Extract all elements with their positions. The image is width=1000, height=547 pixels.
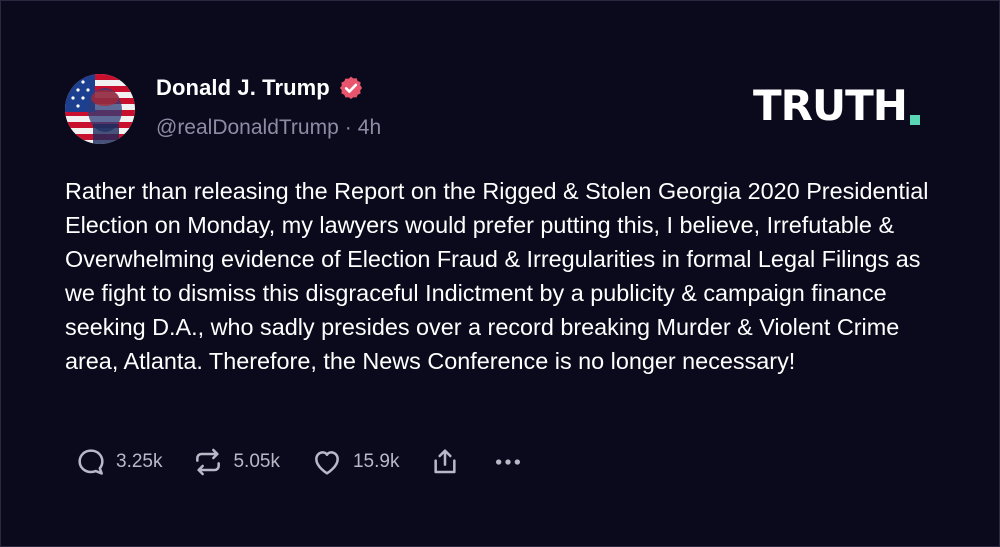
post-body: Rather than releasing the Report on the …: [65, 178, 929, 374]
avatar[interactable]: [65, 74, 135, 144]
author-handle[interactable]: @realDonaldTrump: [156, 116, 339, 140]
truth-social-logo: TRUTH: [753, 85, 920, 127]
author-meta: @realDonaldTrump · 4h: [156, 116, 381, 140]
meta-separator: ·: [344, 116, 352, 139]
action-bar: 3.25k 5.05k 15.9k: [75, 446, 555, 478]
like-count: 15.9k: [352, 451, 400, 472]
reply-bubble-icon: [78, 449, 104, 475]
retruth-count: 5.05k: [233, 451, 280, 472]
reply-button[interactable]: 3.25k: [75, 446, 162, 478]
share-button[interactable]: [429, 446, 461, 478]
like-button[interactable]: 15.9k: [310, 446, 399, 478]
heart-icon: [315, 451, 339, 475]
more-options-button[interactable]: [491, 446, 525, 478]
post-timestamp[interactable]: 4h: [358, 116, 381, 140]
more-dots-icon: [496, 459, 521, 465]
author-row: Donald J. Trump: [156, 75, 364, 101]
avatar-image: [65, 74, 135, 144]
verified-badge-icon: [339, 76, 362, 100]
reply-count: 3.25k: [116, 451, 163, 472]
retruth-arrows-icon: [196, 448, 221, 476]
logo-accent-dot: [909, 115, 920, 125]
post-card: Donald J. Trump @realDonaldTrump · 4h TR…: [0, 0, 1000, 547]
logo-text: TRUTH: [753, 81, 908, 130]
share-icon: [434, 449, 457, 474]
retruth-button[interactable]: 5.05k: [192, 446, 280, 478]
author-name[interactable]: Donald J. Trump: [156, 75, 330, 101]
